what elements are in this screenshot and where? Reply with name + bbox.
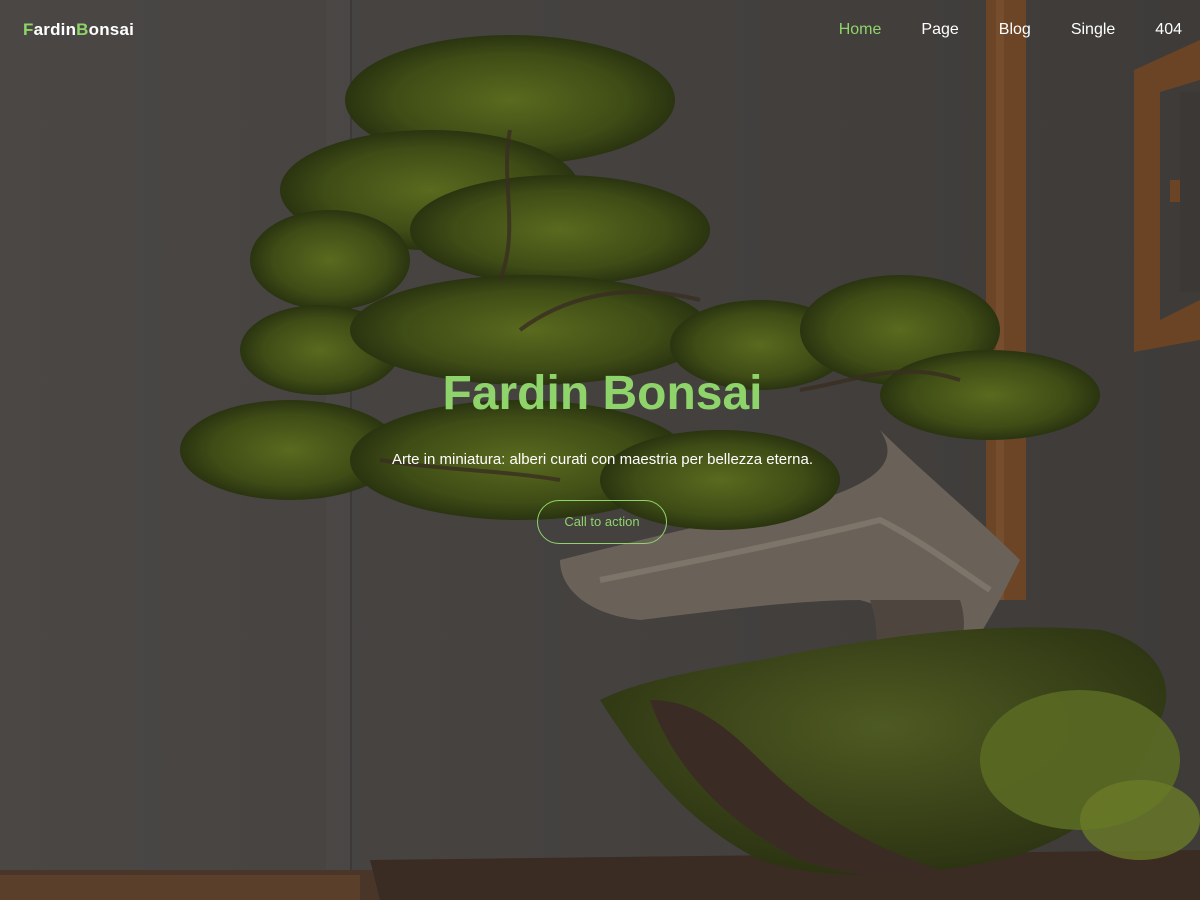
nav-item-blog[interactable]: Blog: [999, 21, 1031, 39]
logo-letter-b: B: [76, 20, 89, 39]
hero-title: Fardin Bonsai: [442, 367, 763, 420]
logo-letter-f: F: [23, 20, 34, 39]
hero-section: FardinBonsai Home Page Blog Single 404 F…: [0, 0, 1200, 900]
logo-text-onsai: onsai: [88, 20, 135, 39]
hero-content: Fardin Bonsai Arte in miniatura: alberi …: [0, 364, 1200, 544]
nav-item-page[interactable]: Page: [921, 21, 958, 39]
logo-text-ardin: ardin: [33, 20, 77, 39]
site-logo[interactable]: FardinBonsai: [23, 20, 134, 40]
main-nav: Home Page Blog Single 404: [799, 21, 1182, 39]
nav-item-home[interactable]: Home: [839, 21, 882, 39]
hero-subtitle: Arte in miniatura: alberi curati con mae…: [391, 451, 814, 468]
nav-item-single[interactable]: Single: [1071, 21, 1115, 39]
site-header: FardinBonsai Home Page Blog Single 404: [0, 0, 1200, 62]
nav-item-404[interactable]: 404: [1155, 21, 1182, 39]
call-to-action-button[interactable]: Call to action: [537, 500, 667, 544]
